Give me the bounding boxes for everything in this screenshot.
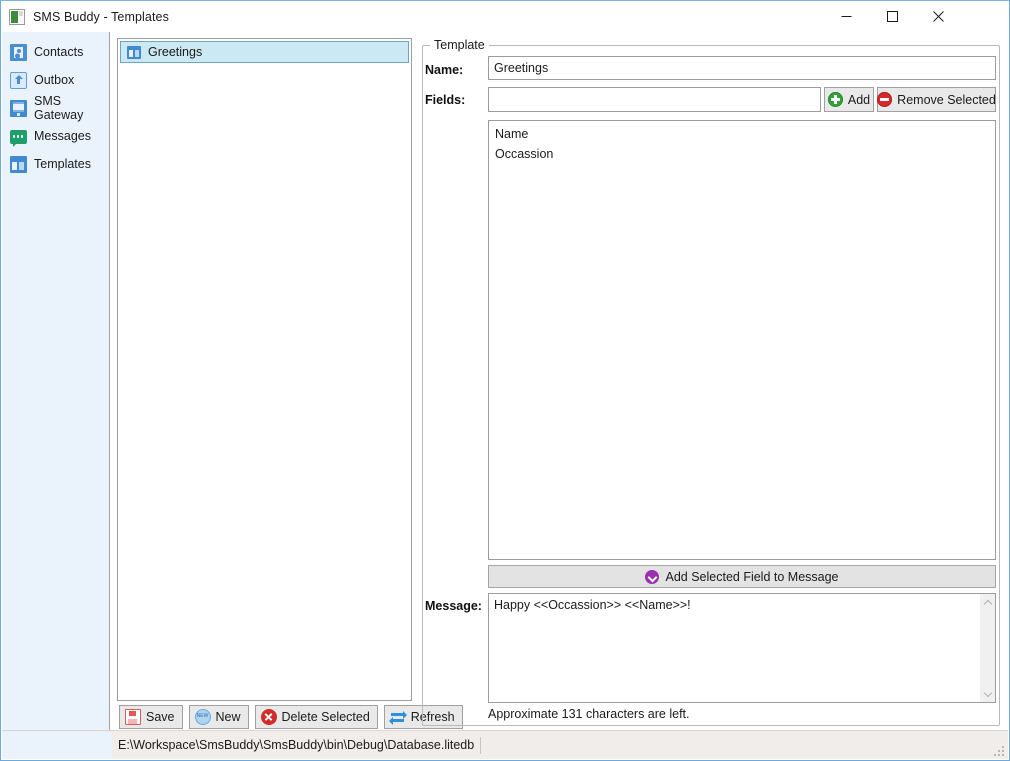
- message-scrollbar[interactable]: [979, 594, 995, 702]
- delete-circle-icon: [260, 709, 277, 725]
- template-list[interactable]: Greetings: [117, 38, 412, 701]
- sidebar-item-templates[interactable]: Templates: [2, 150, 109, 178]
- message-label: Message:: [425, 599, 482, 613]
- list-item[interactable]: Name: [489, 124, 995, 144]
- status-bar-path: E:\Workspace\SmsBuddy\SmsBuddy\bin\Debug…: [118, 738, 475, 752]
- maximize-icon: [886, 10, 898, 22]
- delete-selected-button-label: Delete Selected: [281, 710, 370, 724]
- fields-input[interactable]: [488, 87, 821, 112]
- status-bar: E:\Workspace\SmsBuddy\SmsBuddy\bin\Debug…: [2, 730, 1008, 759]
- add-field-button[interactable]: Add: [824, 87, 874, 112]
- sidebar: Contacts Outbox SMS Gateway Messages Tem…: [2, 32, 110, 730]
- green-plus-icon: [827, 92, 843, 107]
- fields-listbox[interactable]: Name Occassion: [488, 120, 996, 560]
- list-item[interactable]: Greetings: [120, 41, 409, 63]
- character-count-text: Approximate 131 characters are left.: [488, 707, 690, 721]
- list-item-label: Greetings: [148, 45, 203, 59]
- add-button-label: Add: [847, 92, 871, 107]
- templates-icon: [127, 45, 141, 59]
- window-title: SMS Buddy - Templates: [33, 9, 169, 24]
- maximize-button[interactable]: [869, 1, 915, 31]
- scroll-up-icon[interactable]: [980, 594, 996, 610]
- message-textarea[interactable]: Happy <<Occassion>> <<Name>>!: [488, 593, 996, 703]
- new-button[interactable]: New: [188, 705, 249, 729]
- sidebar-item-label: Outbox: [34, 73, 75, 87]
- list-item[interactable]: Occassion: [489, 144, 995, 164]
- name-label: Name:: [425, 63, 464, 77]
- sidebar-item-label: Contacts: [34, 45, 84, 59]
- save-button-label: Save: [146, 710, 175, 724]
- purple-chevron-down-icon: [645, 569, 660, 584]
- status-bar-pad: [2, 731, 112, 759]
- add-selected-field-to-message-button[interactable]: Add Selected Field to Message: [488, 565, 996, 588]
- sidebar-item-messages[interactable]: Messages: [2, 122, 109, 150]
- sidebar-item-label: Messages: [34, 129, 91, 143]
- gateway-icon: [10, 99, 27, 117]
- sidebar-item-label: SMS Gateway: [34, 94, 84, 122]
- sidebar-item-contacts[interactable]: Contacts: [2, 38, 109, 66]
- save-button[interactable]: Save: [119, 705, 183, 729]
- resize-grip[interactable]: [990, 742, 1004, 756]
- add-selected-field-label: Add Selected Field to Message: [665, 569, 839, 584]
- new-button-label: New: [215, 710, 241, 724]
- contacts-icon: [10, 43, 27, 61]
- sidebar-item-outbox[interactable]: Outbox: [2, 66, 109, 94]
- minimize-button[interactable]: [823, 1, 869, 31]
- templates-icon: [10, 155, 27, 173]
- app-window: SMS Buddy - Templates Contacts Outbox SM…: [0, 0, 1010, 761]
- delete-selected-button[interactable]: Delete Selected: [254, 705, 378, 729]
- sidebar-item-label: Templates: [34, 157, 91, 171]
- message-text: Happy <<Occassion>> <<Name>>!: [494, 598, 691, 612]
- remove-selected-field-button[interactable]: Remove Selected: [877, 87, 996, 112]
- outbox-icon: [10, 71, 27, 89]
- minimize-icon: [841, 15, 851, 17]
- new-burst-icon: [194, 709, 211, 725]
- list-toolbar: Save New Delete Selected Refresh: [119, 705, 463, 729]
- template-groupbox-legend: Template: [430, 38, 489, 52]
- sidebar-item-sms-gateway[interactable]: SMS Gateway: [2, 94, 109, 122]
- remove-button-label: Remove Selected: [897, 92, 996, 107]
- title-bar: SMS Buddy - Templates: [1, 1, 1009, 32]
- name-input[interactable]: [488, 56, 996, 80]
- refresh-arrows-icon: [388, 709, 407, 725]
- messages-icon: [10, 130, 27, 147]
- close-icon: [932, 10, 944, 22]
- close-button[interactable]: [915, 1, 961, 31]
- scroll-down-icon[interactable]: [980, 686, 996, 702]
- fields-label: Fields:: [425, 93, 466, 107]
- floppy-disk-icon: [125, 709, 141, 725]
- red-minus-icon: [877, 92, 893, 107]
- status-bar-divider: [480, 736, 482, 754]
- app-icon: [9, 8, 25, 25]
